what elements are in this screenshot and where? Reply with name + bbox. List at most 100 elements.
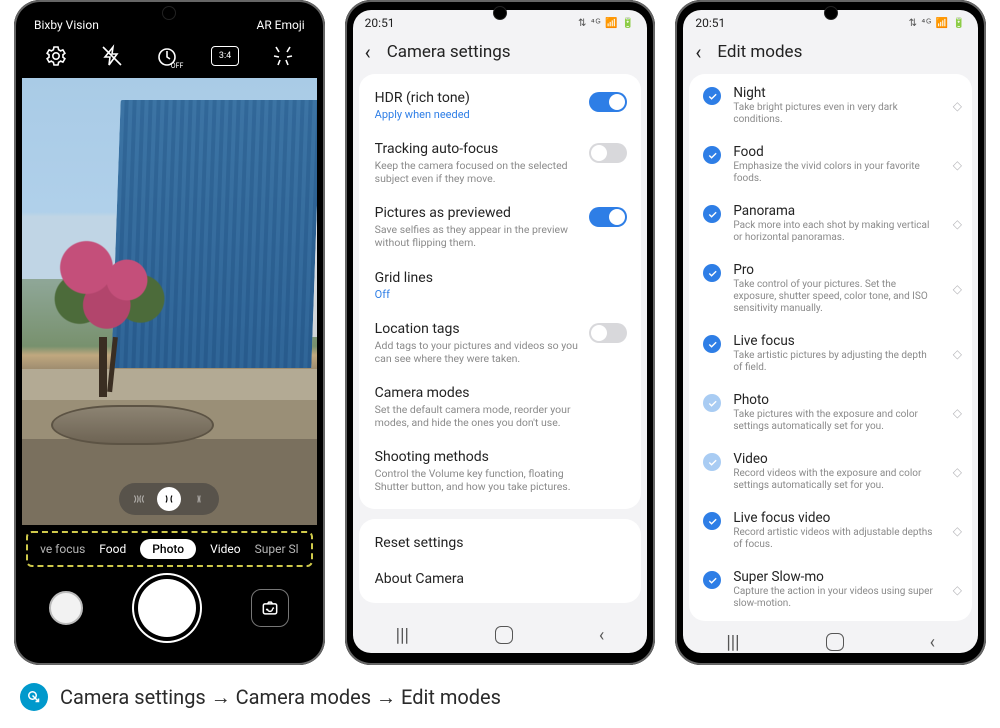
effects-icon[interactable]: [271, 44, 295, 68]
mode-desc: Take control of your pictures. Set the e…: [733, 279, 933, 315]
camera-footer: [22, 569, 317, 653]
zoom-ultrawide-icon[interactable]: [127, 487, 151, 511]
mode-title: Live focus: [733, 333, 933, 349]
instruction-caption: Camera settings → Camera modes → Edit mo…: [0, 665, 1000, 711]
setting-pictures-previewed[interactable]: Pictures as previewed Save selfies as th…: [359, 195, 642, 259]
mode-title: Photo: [733, 392, 933, 408]
edit-mode-row[interactable]: VideoRecord videos with the exposure and…: [689, 442, 972, 501]
drag-handle-icon[interactable]: ◇: [953, 99, 960, 113]
bixby-vision-link[interactable]: Bixby Vision: [34, 18, 99, 32]
edit-mode-row[interactable]: PhotoTake pictures with the exposure and…: [689, 383, 972, 442]
toggle-hdr[interactable]: [589, 92, 627, 112]
mode-live-focus[interactable]: ve focus: [40, 542, 85, 556]
tap-icon: [20, 683, 48, 711]
drag-handle-icon[interactable]: ◇: [953, 465, 960, 479]
back-button[interactable]: ‹: [365, 42, 371, 62]
zoom-wide-icon[interactable]: [157, 487, 181, 511]
edit-mode-row[interactable]: PanoramaPack more into each shot by maki…: [689, 194, 972, 253]
mode-title: Night: [733, 85, 933, 101]
nav-back[interactable]: ‹: [930, 632, 935, 653]
edit-mode-row[interactable]: Live focus videoRecord artistic videos w…: [689, 501, 972, 560]
nav-home[interactable]: [826, 633, 844, 651]
checkbox-icon[interactable]: [703, 205, 721, 223]
toggle-tracking-af[interactable]: [589, 143, 627, 163]
caption-text: Camera settings → Camera modes → Edit mo…: [60, 685, 501, 710]
setting-camera-modes[interactable]: Camera modes Set the default camera mode…: [359, 375, 642, 439]
camera-screen: Bixby Vision AR Emoji OFF 3:4: [22, 10, 317, 653]
settings-icon[interactable]: [44, 44, 68, 68]
drag-handle-icon[interactable]: ◇: [953, 217, 960, 231]
checkbox-icon[interactable]: [703, 87, 721, 105]
checkbox-icon[interactable]: [703, 453, 721, 471]
nav-home[interactable]: [495, 626, 513, 644]
mode-title: Live focus video: [733, 510, 933, 526]
navigation-bar: ||| ‹: [353, 617, 648, 653]
mode-desc: Record artistic videos with adjustable d…: [733, 527, 933, 551]
setting-about-camera[interactable]: About Camera: [359, 561, 642, 597]
toggle-location-tags[interactable]: [589, 323, 627, 343]
setting-shooting-methods[interactable]: Shooting methods Control the Volume key …: [359, 439, 642, 503]
settings-card-2: Reset settings About Camera: [359, 519, 642, 603]
nav-back[interactable]: ‹: [599, 625, 604, 646]
camera-icon-row: OFF 3:4: [22, 38, 317, 78]
drag-handle-icon[interactable]: ◇: [953, 158, 960, 172]
nav-recents[interactable]: |||: [726, 632, 739, 653]
edit-modes-list: NightTake bright pictures even in very d…: [689, 74, 972, 621]
setting-grid-lines[interactable]: Grid lines Off: [359, 260, 642, 311]
mode-photo-selected[interactable]: Photo: [140, 539, 196, 559]
phone-camera: Bixby Vision AR Emoji OFF 3:4: [14, 0, 325, 665]
drag-handle-icon[interactable]: ◇: [953, 524, 960, 538]
checkbox-icon[interactable]: [703, 571, 721, 589]
mode-desc: Pack more into each shot by making verti…: [733, 220, 933, 244]
camera-viewfinder[interactable]: [22, 78, 317, 525]
edit-modes-appbar: ‹ Edit modes: [683, 32, 978, 74]
ar-emoji-link[interactable]: AR Emoji: [256, 18, 304, 32]
edit-mode-row[interactable]: Super Slow-moCapture the action in your …: [689, 560, 972, 619]
camera-mode-row[interactable]: ve focus Food Photo Video Super Sl: [26, 531, 313, 567]
mode-desc: Take pictures with the exposure and colo…: [733, 409, 933, 433]
edit-mode-row[interactable]: FoodEmphasize the vivid colors in your f…: [689, 135, 972, 194]
drag-handle-icon[interactable]: ◇: [953, 282, 960, 296]
edit-mode-row[interactable]: ProTake control of your pictures. Set th…: [689, 253, 972, 324]
setting-location-tags[interactable]: Location tags Add tags to your pictures …: [359, 311, 642, 375]
edit-modes-title: Edit modes: [717, 42, 802, 62]
settings-appbar: ‹ Camera settings: [353, 32, 648, 74]
drag-handle-icon[interactable]: ◇: [953, 406, 960, 420]
setting-tracking-af[interactable]: Tracking auto-focus Keep the camera focu…: [359, 131, 642, 195]
switch-camera-button[interactable]: [251, 589, 289, 627]
mode-title: Food: [733, 144, 933, 160]
mode-food[interactable]: Food: [99, 542, 126, 556]
toggle-pictures-previewed[interactable]: [589, 207, 627, 227]
settings-title: Camera settings: [387, 42, 511, 62]
checkbox-icon[interactable]: [703, 394, 721, 412]
zoom-tele-icon[interactable]: [187, 487, 211, 511]
setting-hdr[interactable]: HDR (rich tone) Apply when needed: [359, 80, 642, 131]
aspect-ratio-button[interactable]: 3:4: [211, 46, 239, 66]
camera-punch-hole: [493, 6, 507, 20]
gallery-thumbnail[interactable]: [49, 591, 83, 625]
mode-title: Pro: [733, 262, 933, 278]
drag-handle-icon[interactable]: ◇: [953, 347, 960, 361]
checkbox-icon[interactable]: [703, 335, 721, 353]
checkbox-icon[interactable]: [703, 146, 721, 164]
flash-off-icon[interactable]: [100, 44, 124, 68]
mode-desc: Take bright pictures even in very dark c…: [733, 102, 933, 126]
edit-mode-row[interactable]: Live focusTake artistic pictures by adju…: [689, 324, 972, 383]
nav-recents[interactable]: |||: [396, 625, 409, 646]
mode-super-slowmo[interactable]: Super Sl: [255, 542, 299, 556]
setting-reset[interactable]: Reset settings: [359, 525, 642, 561]
timer-off-icon[interactable]: OFF: [155, 44, 179, 68]
shutter-button[interactable]: [138, 579, 196, 637]
status-icons: ⇅ ⁴ᴳ 📶 🔋: [909, 18, 966, 29]
phone-camera-settings: 20:51 ⇅ ⁴ᴳ 📶 🔋 ‹ Camera settings HDR (ri…: [345, 0, 656, 665]
checkbox-icon[interactable]: [703, 512, 721, 530]
status-time: 20:51: [365, 16, 395, 30]
settings-card-1: HDR (rich tone) Apply when needed Tracki…: [359, 74, 642, 509]
zoom-selector[interactable]: [119, 483, 219, 515]
mode-video[interactable]: Video: [210, 542, 241, 556]
back-button[interactable]: ‹: [695, 42, 701, 62]
drag-handle-icon[interactable]: ◇: [953, 583, 960, 597]
settings-screen: 20:51 ⇅ ⁴ᴳ 📶 🔋 ‹ Camera settings HDR (ri…: [353, 10, 648, 653]
checkbox-icon[interactable]: [703, 264, 721, 282]
edit-mode-row[interactable]: NightTake bright pictures even in very d…: [689, 76, 972, 135]
